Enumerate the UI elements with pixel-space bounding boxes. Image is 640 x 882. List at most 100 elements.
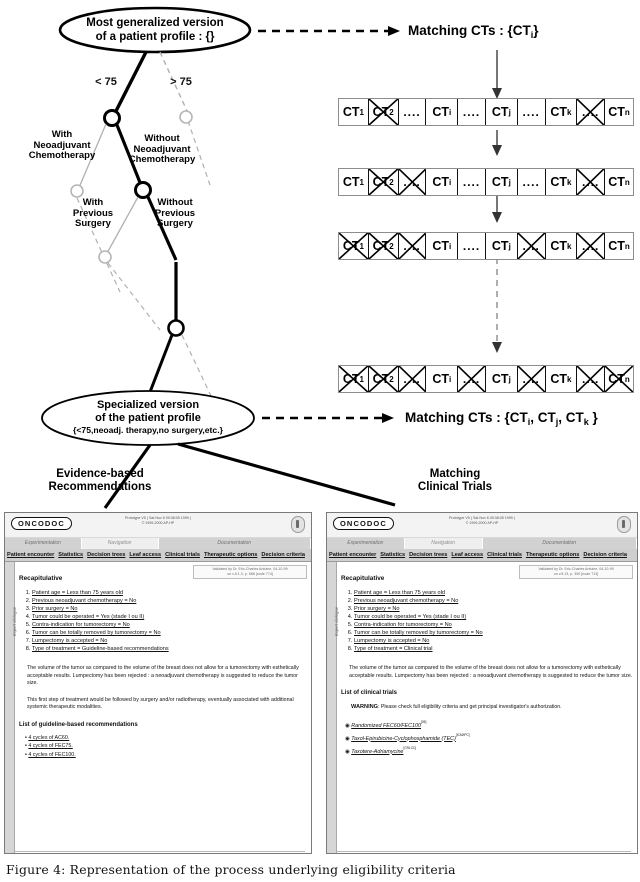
leaf-ellipse-line3: {<75,neoadj. therapy,no surgery,etc.}	[73, 425, 223, 435]
branch-leaf-dashed	[181, 334, 213, 399]
info-icon-left[interactable]	[291, 516, 305, 533]
criterion-right-7[interactable]: Lumpectomy is accepted = No	[354, 637, 633, 645]
tab-clinical-trials-left[interactable]: Clinical trials	[163, 549, 202, 561]
figure-caption: Figure 4: Representation of the process …	[6, 862, 456, 877]
tree-node-surgery	[134, 181, 152, 199]
section-experimentation-left[interactable]: Experimentation	[5, 538, 82, 549]
ct-cell-subscript: 1	[359, 107, 364, 117]
tab-therapeutic-options-right[interactable]: Therapeutic options	[524, 549, 581, 561]
app-topbar-right: ONCODOC Prototype V5 ( Sat Nov 6 09:38:0…	[327, 513, 637, 538]
tab-patient-encounter-right[interactable]: Patient encounter	[327, 549, 378, 561]
tree-node-with-neo	[70, 184, 84, 198]
ct-arrow-3-head	[492, 212, 502, 223]
tab-decision-trees-right[interactable]: Decision trees	[407, 549, 449, 561]
ct-cell-label: CT	[432, 175, 449, 189]
criterion-right-4[interactable]: Tumor could be operated = Yes (stade I o…	[354, 613, 633, 621]
info-icon-right[interactable]	[617, 516, 631, 533]
tab-leaf-access-right[interactable]: Leaf access	[449, 549, 485, 561]
section-documentation-left[interactable]: Documentation	[159, 538, 311, 549]
criterion-left-1[interactable]: Patient age = Less than 75 years old	[32, 589, 307, 597]
warning-body: : Please check full eligibility criteria…	[378, 704, 562, 711]
tab-decision-trees-left[interactable]: Decision trees	[85, 549, 127, 561]
prototype-version-right: Prototype V5 ( Sat Nov 6 09:38:05 1999 )…	[449, 516, 515, 526]
ct-cell-label: CT	[432, 239, 449, 253]
with-neo-line1: With	[51, 129, 73, 140]
clinical-trial-ref: [05]	[421, 719, 427, 724]
ct-cell-label: CT	[372, 372, 390, 386]
criterion-left-2[interactable]: Previous neoadjuvant chemotherapy = No	[32, 597, 307, 605]
recommendation-item-2[interactable]: • 4 cycles of FEC75.	[25, 742, 307, 751]
ct-cell-2-10: CT n	[605, 169, 633, 195]
recommendation-item-1[interactable]: • 4 cycles of AC60.	[25, 734, 307, 743]
evidence-header-line2: Recommendations	[48, 481, 152, 493]
criterion-right-2[interactable]: Previous neoadjuvant chemotherapy = No	[354, 597, 633, 605]
ct-cell-label: CT	[342, 175, 360, 189]
tab-decision-criteria-left[interactable]: Decision criteria	[259, 549, 307, 561]
clinical-trial-item-3[interactable]: ◉ Taxotere-Adriamycine[CRLCC]	[345, 744, 633, 757]
ct-row-1: CT 1 CT 2.... CT i.... CT j.... CT k.... CT n	[338, 98, 634, 126]
section-navigation-left[interactable]: Navigation	[81, 538, 159, 549]
ct-cell-1-3: ....	[399, 99, 427, 125]
ct-cell-subscript: 2	[389, 177, 394, 187]
excluded-cross-icon	[577, 233, 604, 259]
criterion-left-4[interactable]: Tumor could be operated = Yes (stade I o…	[32, 613, 307, 621]
criterion-left-3[interactable]: Prior surgery = No	[32, 605, 307, 613]
root-ellipse-line1: Most generalized version	[86, 17, 224, 29]
ct-cell-4-1: CT 1	[339, 366, 369, 392]
ct-cell-subscript: 1	[359, 241, 364, 251]
tab-leaf-access-left[interactable]: Leaf access	[127, 549, 163, 561]
with-surg-line1: With	[82, 197, 104, 208]
tab-therapeutic-options-left[interactable]: Therapeutic options	[202, 549, 259, 561]
ct-cell-3-3: ....	[399, 233, 427, 259]
ct-cell-subscript: i	[449, 374, 452, 384]
ct-cell-label: CT	[608, 175, 625, 189]
criterion-right-6[interactable]: Tumor can be totally removed by tumorect…	[354, 629, 633, 637]
evidence-based-recommendations-header: Evidence-based Recommendations	[30, 468, 170, 494]
clinical-trial-item-2[interactable]: ◉ Taxol-Epirubicine-Cyclophosphamide (TE…	[345, 731, 633, 744]
side-tab-left[interactable]: Expert dialogue	[5, 562, 17, 853]
clinical-trial-label: Taxol-Epirubicine-Cyclophosphamide (TEC)	[351, 735, 456, 742]
prototype-version-left: Prototype V5 ( Sat Nov 6 09:38:05 1999 )…	[125, 516, 191, 526]
criterion-right-8[interactable]: Type of treatment = Clinical trial	[354, 645, 633, 653]
section-documentation-right[interactable]: Documentation	[483, 538, 637, 549]
ct-row-3: CT 1 CT 2.... CT i.... CT j.... CT k.... CT n	[338, 232, 634, 260]
tab-clinical-trials-right[interactable]: Clinical trials	[485, 549, 524, 561]
ct-cell-subscript: n	[624, 107, 630, 117]
side-tab-right[interactable]: Expert dialogue	[327, 562, 339, 853]
section-row-right: Experimentation Navigation Documentation	[327, 538, 637, 549]
clinical-trials-screenshot[interactable]: ONCODOC Prototype V5 ( Sat Nov 6 09:38:0…	[326, 512, 638, 854]
tab-patient-encounter-left[interactable]: Patient encounter	[5, 549, 56, 561]
criterion-right-5[interactable]: Contra-indication for tumorectomy = No	[354, 621, 633, 629]
criterion-right-3[interactable]: Prior surgery = No	[354, 605, 633, 613]
section-navigation-right[interactable]: Navigation	[404, 538, 483, 549]
recommendation-item-3[interactable]: • 4 cycles of FEC100.	[25, 751, 307, 760]
recommendations-list-left: • 4 cycles of AC60. • 4 cycles of FEC75. •…	[19, 734, 307, 760]
without-neo-line1: Without	[144, 133, 180, 144]
paragraph-1-right: The volume of the tumor as compared to t…	[349, 665, 633, 679]
section-experimentation-right[interactable]: Experimentation	[327, 538, 405, 549]
panel-divider-left	[15, 851, 305, 852]
figure-canvas: Most generalized version of a patient pr…	[0, 0, 640, 882]
ct-cell-label: CT	[550, 175, 568, 189]
warning-label: WARNING	[351, 704, 379, 711]
ct-cell-1-4: CT i	[426, 99, 459, 125]
tab-statistics-left[interactable]: Statistics	[56, 549, 85, 561]
clinical-trial-item-1[interactable]: ◉ Randomized FEC60/FEC100[05]	[345, 718, 633, 731]
section-row-left: Experimentation Navigation Documentation	[5, 538, 311, 549]
tab-statistics-right[interactable]: Statistics	[378, 549, 407, 561]
tree-node-gt75	[179, 110, 193, 124]
ct-cell-1-1: CT 1	[339, 99, 369, 125]
criterion-left-5[interactable]: Contra-indication for tumorectomy = No	[32, 621, 307, 629]
criterion-right-1[interactable]: Patient age = Less than 75 years old	[354, 589, 633, 597]
criterion-left-8[interactable]: Type of treatment = Guideline-based reco…	[32, 645, 307, 653]
tree-node-age	[103, 109, 121, 127]
criterion-left-7[interactable]: Lumpectomy is accepted = No	[32, 637, 307, 645]
ct-cell-label: CT	[342, 105, 360, 119]
evidence-based-screenshot[interactable]: ONCODOC Prototype V5 ( Sat Nov 6 09:38:0…	[4, 512, 312, 854]
ct-cell-label: CT	[550, 239, 568, 253]
recapitulative-title-right: Recapitulative	[341, 575, 385, 582]
criterion-left-6[interactable]: Tumor can be totally removed by tumorect…	[32, 629, 307, 637]
clinical-trial-ref: [CRLCC]	[403, 745, 417, 750]
tab-decision-criteria-right[interactable]: Decision criteria	[581, 549, 629, 561]
ct-cell-1-6: CT j	[486, 99, 518, 125]
